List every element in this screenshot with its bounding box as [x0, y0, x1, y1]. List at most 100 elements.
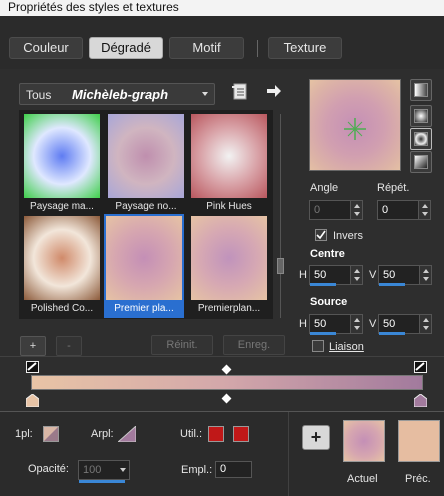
- opacity-spinner[interactable]: 100: [78, 460, 130, 480]
- recent-color-swatch[interactable]: [208, 426, 224, 442]
- save-button[interactable]: Enreg.: [223, 335, 285, 355]
- sunburst-gradient-icon[interactable]: [410, 151, 432, 173]
- divider: [0, 356, 444, 357]
- source-v-spinner[interactable]: 50: [378, 314, 432, 334]
- linear-gradient-icon[interactable]: [410, 79, 432, 101]
- start-color-stop-icon[interactable]: [25, 393, 40, 408]
- spinner-arrows-icon[interactable]: [418, 201, 430, 219]
- spinner-arrows-icon[interactable]: [350, 315, 362, 333]
- center-v-slider[interactable]: [379, 283, 405, 286]
- footer-vdivider: [288, 412, 289, 496]
- gradient-item[interactable]: Premierplan...: [189, 214, 269, 318]
- center-h-slider[interactable]: [310, 283, 336, 286]
- center-h-spinner[interactable]: 50: [309, 265, 363, 285]
- window-title: Propriétés des styles et textures: [0, 0, 444, 16]
- spinner-arrows-icon[interactable]: [350, 201, 362, 219]
- repeat-spinner[interactable]: 0: [377, 200, 431, 220]
- foreground-label: 1pl:: [15, 428, 33, 440]
- gradient-item-label: Paysage ma...: [30, 201, 94, 212]
- source-v-slider[interactable]: [379, 332, 405, 335]
- gradient-item[interactable]: Paysage ma...: [22, 112, 102, 216]
- gradient-item[interactable]: Polished Co...: [22, 214, 102, 318]
- angle-value: 0: [314, 204, 321, 216]
- tab-degrade[interactable]: Dégradé: [89, 37, 163, 59]
- gradient-editor-bar[interactable]: [31, 375, 423, 390]
- foreground-color-swatch[interactable]: [43, 426, 59, 442]
- remove-gradient-button[interactable]: -: [56, 336, 82, 356]
- reset-button[interactable]: Réinit.: [151, 335, 213, 355]
- gradient-thumbnail: [106, 216, 182, 300]
- chevron-down-icon: [202, 92, 208, 96]
- previous-swatch[interactable]: [398, 420, 440, 462]
- link-checkbox[interactable]: [312, 340, 324, 352]
- location-value: 0: [220, 463, 227, 475]
- current-label: Actuel: [347, 473, 378, 485]
- source-h-label: H: [299, 318, 307, 330]
- radial-gradient-icon[interactable]: [410, 128, 432, 150]
- gradient-item-selected[interactable]: Premier pla...: [104, 214, 184, 318]
- add-gradient-button[interactable]: +: [20, 336, 46, 356]
- crosshair-icon: [344, 118, 366, 140]
- opacity-value: 100: [83, 464, 102, 476]
- gradient-item-label: Polished Co...: [30, 303, 94, 314]
- gradient-item-label: Premierplan...: [197, 303, 261, 314]
- tab-couleur[interactable]: Couleur: [9, 37, 83, 59]
- source-h-value: 50: [314, 318, 327, 330]
- spinner-arrows-icon[interactable]: [419, 266, 431, 284]
- gradient-item-label: Premier pla...: [114, 303, 174, 314]
- gradient-item[interactable]: Paysage no...: [106, 112, 186, 216]
- opacity-label: Opacité:: [28, 463, 69, 475]
- current-swatch[interactable]: [343, 420, 385, 462]
- gradient-preview[interactable]: [309, 79, 401, 171]
- gradient-thumbnail: [24, 114, 100, 198]
- chevron-down-icon[interactable]: [117, 461, 129, 479]
- add-swatch-button[interactable]: +: [302, 425, 330, 450]
- gradient-thumbnail: [191, 114, 267, 198]
- scrollbar-thumb[interactable]: [277, 258, 284, 274]
- center-h-value: 50: [314, 269, 327, 281]
- center-v-spinner[interactable]: 50: [378, 265, 432, 285]
- source-h-spinner[interactable]: 50: [309, 314, 363, 334]
- invert-label: Invers: [333, 230, 363, 242]
- center-label: Centre: [310, 248, 345, 260]
- tab-texture[interactable]: Texture: [268, 37, 342, 59]
- gradient-collection-dropdown[interactable]: Tous Michèleb-graph: [19, 83, 215, 105]
- angle-spinner[interactable]: 0: [309, 200, 363, 220]
- repeat-label: Répét.: [377, 182, 410, 194]
- arrow-right-icon[interactable]: [266, 84, 282, 98]
- document-icon[interactable]: [231, 83, 249, 100]
- repeat-value: 0: [382, 204, 389, 216]
- background-color-swatch[interactable]: [116, 424, 137, 443]
- center-v-label: V: [369, 269, 377, 281]
- rectangular-gradient-icon[interactable]: [410, 105, 432, 127]
- location-label: Empl.:: [181, 464, 213, 476]
- recent-color-swatch[interactable]: [233, 426, 249, 442]
- start-stop-marker-icon[interactable]: [26, 361, 39, 373]
- end-stop-marker-icon[interactable]: [414, 361, 427, 373]
- gradient-item[interactable]: Pink Hues: [189, 112, 269, 216]
- location-field[interactable]: 0: [215, 461, 252, 478]
- angle-label: Angle: [310, 182, 339, 194]
- source-h-slider[interactable]: [310, 332, 336, 335]
- gradient-item-label: Paysage no...: [115, 201, 177, 212]
- gradient-library-grid: Paysage ma... Paysage no... Pink Hues Po…: [19, 110, 273, 319]
- center-v-value: 50: [383, 269, 396, 281]
- source-label: Source: [310, 296, 348, 308]
- dropdown-collection: Michèleb-graph: [72, 87, 169, 102]
- library-scrollbar[interactable]: [277, 114, 284, 318]
- check-icon: [316, 230, 326, 240]
- previous-label: Préc.: [405, 473, 431, 485]
- gradient-thumbnail: [24, 216, 100, 300]
- tab-motif[interactable]: Motif: [169, 37, 244, 59]
- tab-separator: [257, 40, 258, 57]
- invert-checkbox[interactable]: [315, 229, 327, 241]
- gradient-thumbnail: [108, 114, 184, 198]
- source-v-value: 50: [383, 318, 396, 330]
- spinner-arrows-icon[interactable]: [350, 266, 362, 284]
- gradient-item-label: Pink Hues: [206, 201, 252, 212]
- gradient-thumbnail: [191, 216, 267, 300]
- end-color-stop-icon[interactable]: [413, 393, 428, 408]
- opacity-slider[interactable]: [79, 480, 125, 483]
- footer-divider: [0, 411, 444, 412]
- spinner-arrows-icon[interactable]: [419, 315, 431, 333]
